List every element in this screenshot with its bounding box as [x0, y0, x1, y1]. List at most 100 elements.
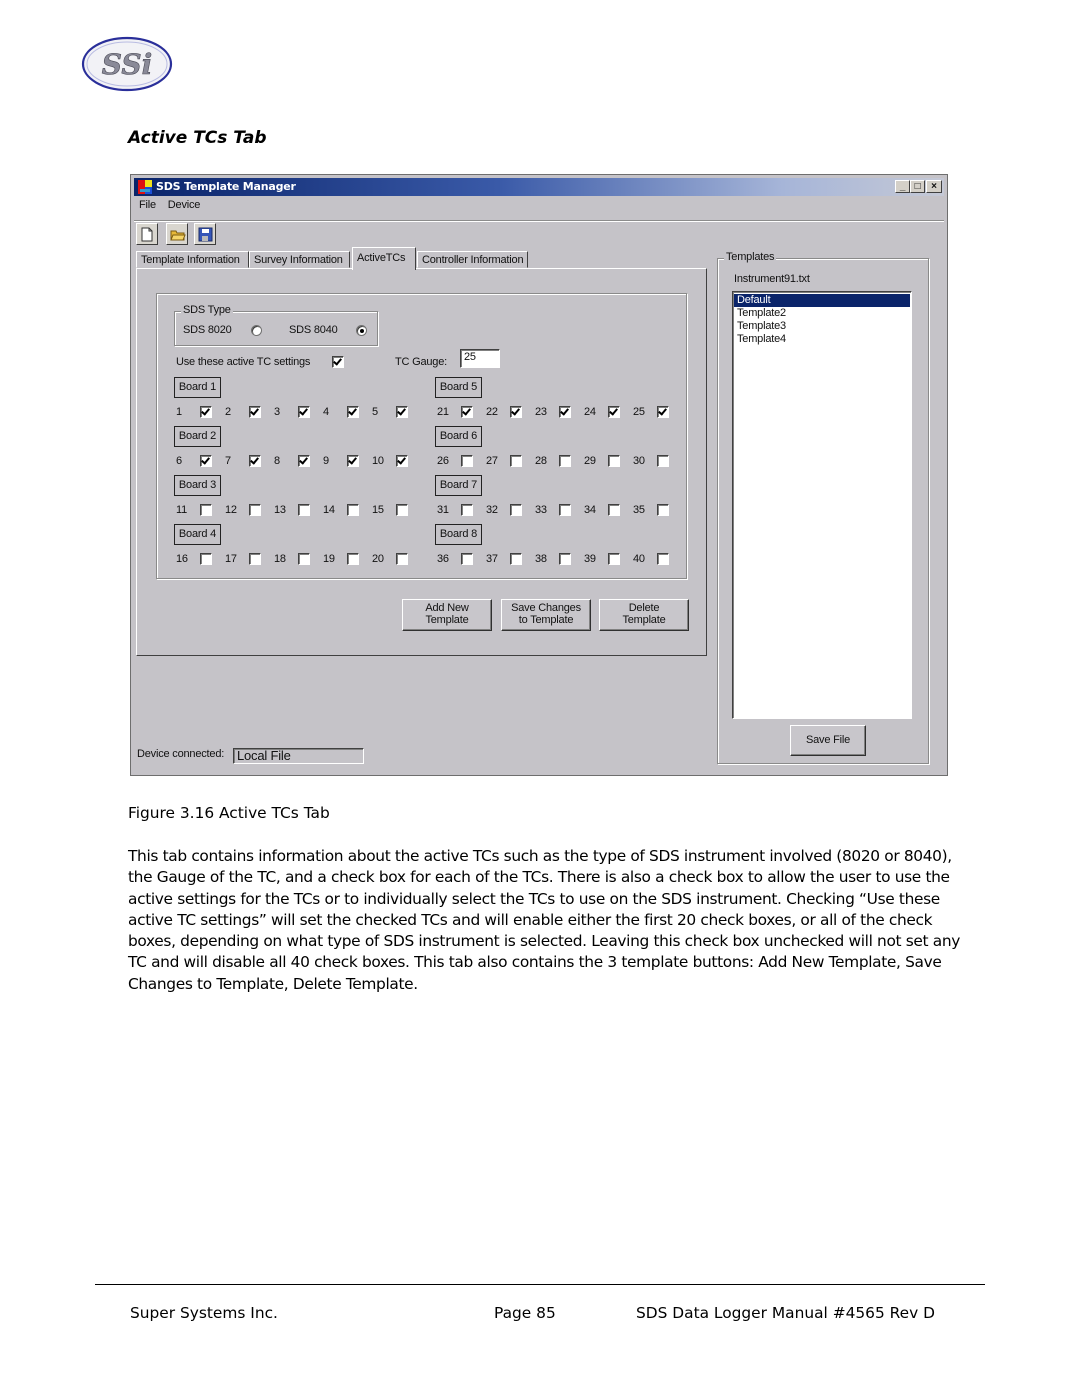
template-list-item[interactable]: Template2 [734, 307, 910, 320]
tc-checkbox[interactable] [608, 455, 620, 467]
tc-checkbox[interactable] [200, 406, 212, 418]
tc-number-label: 40 [633, 553, 645, 565]
tc-checkbox[interactable] [396, 553, 408, 565]
close-button[interactable]: × [926, 180, 942, 193]
tc-checkbox[interactable] [396, 455, 408, 467]
tc-checkbox[interactable] [510, 455, 522, 467]
delete-template-button[interactable]: Delete Template [599, 599, 689, 631]
tc-checkbox[interactable] [249, 406, 261, 418]
active-tcs-panel: SDS Type SDS 8020 SDS 8040 Use these act… [136, 268, 707, 656]
template-list-item[interactable]: Template3 [734, 320, 910, 333]
tc-number-label: 33 [535, 504, 547, 516]
open-button[interactable] [166, 223, 188, 245]
board-button[interactable]: Board 4 [174, 524, 221, 545]
save-file-button[interactable]: Save File [790, 725, 866, 756]
tc-checkbox[interactable] [559, 553, 571, 565]
tc-checkbox[interactable] [461, 553, 473, 565]
tc-checkbox[interactable] [657, 406, 669, 418]
board-button[interactable]: Board 2 [174, 426, 221, 447]
footer-manual: SDS Data Logger Manual #4565 Rev D [636, 1304, 935, 1322]
tc-checkbox[interactable] [559, 406, 571, 418]
board-button[interactable]: Board 7 [435, 475, 482, 496]
delete-line2: Template [622, 614, 666, 626]
save-changes-button[interactable]: Save Changes to Template [501, 599, 591, 631]
tc-number-label: 37 [486, 553, 498, 565]
tc-checkbox[interactable] [461, 406, 473, 418]
tc-checkbox[interactable] [657, 504, 669, 516]
tc-checkbox[interactable] [657, 553, 669, 565]
tc-checkbox[interactable] [347, 406, 359, 418]
tc-number-label: 11 [176, 504, 188, 516]
sds-8040-label: SDS 8040 [289, 324, 338, 336]
tab-controller-information[interactable]: Controller Information [417, 251, 528, 268]
templates-listbox[interactable]: Default Template2 Template3 Template4 [732, 291, 912, 719]
tc-checkbox[interactable] [249, 504, 261, 516]
board-button[interactable]: Board 3 [174, 475, 221, 496]
tc-checkbox[interactable] [200, 455, 212, 467]
body-paragraph: This tab contains information about the … [128, 847, 961, 993]
footer-rule [95, 1284, 985, 1285]
tc-number-label: 2 [225, 406, 231, 418]
tc-checkbox[interactable] [559, 504, 571, 516]
tc-checkbox[interactable] [510, 504, 522, 516]
menu-file[interactable]: File [139, 199, 156, 211]
minimize-button[interactable]: _ [895, 180, 910, 193]
tab-active-tcs[interactable]: ActiveTCs [352, 247, 416, 270]
tc-checkbox[interactable] [461, 504, 473, 516]
tc-checkbox[interactable] [559, 455, 571, 467]
sds-8040-radio[interactable] [356, 325, 367, 336]
tc-number-label: 22 [486, 406, 498, 418]
board-button[interactable]: Board 8 [435, 524, 482, 545]
tc-checkbox[interactable] [608, 504, 620, 516]
tc-gauge-input[interactable]: 25 [460, 349, 500, 368]
tc-number-label: 34 [584, 504, 596, 516]
tc-number-label: 1 [176, 406, 182, 418]
tc-number-label: 10 [372, 455, 384, 467]
tc-checkbox[interactable] [347, 504, 359, 516]
new-button[interactable] [136, 223, 158, 245]
tc-checkbox[interactable] [298, 504, 310, 516]
use-active-checkbox[interactable] [332, 356, 344, 368]
tc-checkbox[interactable] [249, 553, 261, 565]
template-filename: Instrument91.txt [734, 273, 810, 285]
tc-checkbox[interactable] [608, 553, 620, 565]
tc-number-label: 13 [274, 504, 286, 516]
template-list-item[interactable]: Template4 [734, 333, 910, 346]
board-button[interactable]: Board 6 [435, 426, 482, 447]
tc-checkbox[interactable] [461, 455, 473, 467]
tab-template-information[interactable]: Template Information [136, 251, 249, 268]
tc-checkbox[interactable] [510, 553, 522, 565]
sds-8020-radio[interactable] [251, 325, 262, 336]
tab-survey-information[interactable]: Survey Information [249, 251, 350, 268]
title-bar[interactable]: SDS Template Manager _ □ × [134, 178, 944, 196]
tc-number-label: 31 [437, 504, 449, 516]
board-button[interactable]: Board 5 [435, 377, 482, 398]
maximize-button[interactable]: □ [910, 180, 925, 193]
tc-checkbox[interactable] [657, 455, 669, 467]
tc-checkbox[interactable] [396, 504, 408, 516]
app-icon [138, 180, 152, 194]
tc-checkbox[interactable] [298, 553, 310, 565]
tc-checkbox[interactable] [608, 406, 620, 418]
footer-page: Page 85 [494, 1304, 556, 1322]
tc-checkbox[interactable] [298, 406, 310, 418]
add-new-template-button[interactable]: Add New Template [402, 599, 492, 631]
tc-checkbox[interactable] [249, 455, 261, 467]
tc-number-label: 8 [274, 455, 280, 467]
save-button[interactable] [194, 223, 216, 245]
delete-line1: Delete [628, 602, 660, 614]
tc-checkbox[interactable] [347, 553, 359, 565]
tc-checkbox[interactable] [200, 504, 212, 516]
tc-checkbox[interactable] [298, 455, 310, 467]
figure-caption: Figure 3.16 Active TCs Tab [128, 804, 330, 822]
board-button[interactable]: Board 1 [174, 377, 221, 398]
tc-number-label: 17 [225, 553, 237, 565]
tc-checkbox[interactable] [396, 406, 408, 418]
menu-device[interactable]: Device [168, 199, 201, 211]
tc-checkbox[interactable] [347, 455, 359, 467]
logo-text: SSi [102, 48, 152, 81]
tc-checkbox[interactable] [510, 406, 522, 418]
tc-checkbox[interactable] [200, 553, 212, 565]
sds-type-group: SDS Type SDS 8020 SDS 8040 [174, 304, 378, 346]
template-list-item[interactable]: Default [734, 294, 910, 307]
